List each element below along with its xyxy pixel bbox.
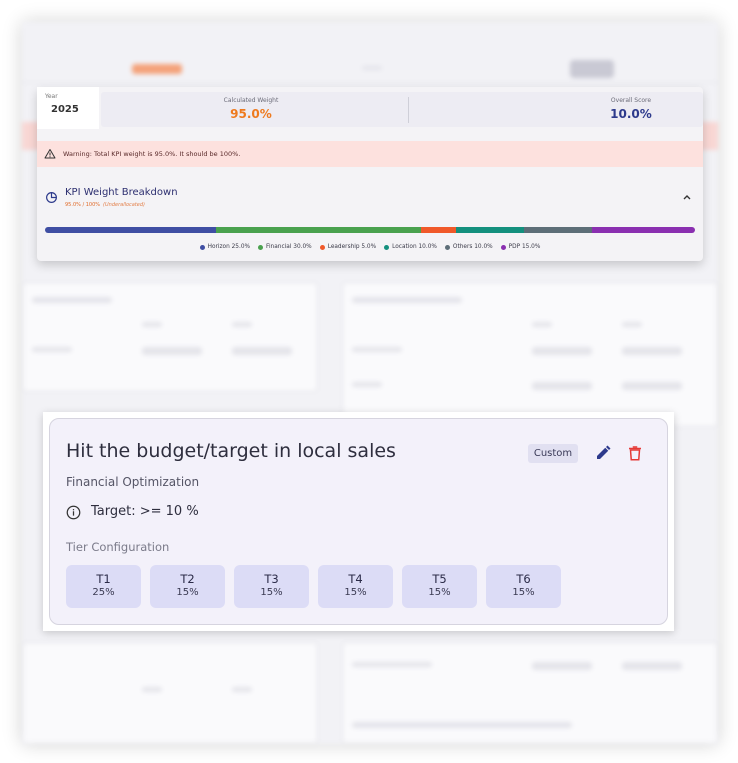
year-value: 2025 xyxy=(51,104,79,115)
weight-segment-others xyxy=(523,227,593,233)
legend-dot xyxy=(199,244,205,250)
tier-chip: T1 25% xyxy=(66,565,141,608)
legend-dot xyxy=(500,244,506,250)
legend-dot xyxy=(444,244,450,250)
weight-segment-pdp xyxy=(592,227,695,233)
breakdown-header[interactable]: KPI Weight Breakdown 95.0% / 100% (Undera… xyxy=(37,177,703,217)
legend-label: Others 10.0% xyxy=(452,244,493,250)
year-selector[interactable]: Year 2025 xyxy=(37,87,99,129)
calculated-weight-value: 95.0% xyxy=(230,107,272,121)
legend-label: Leadership 5.0% xyxy=(327,244,377,250)
legend-dot xyxy=(258,244,264,250)
kpi-category: Financial Optimization xyxy=(66,475,200,489)
overall-score-value: 10.0% xyxy=(610,107,652,121)
weight-segment-leadership xyxy=(421,227,456,233)
legend-item: Others 10.0% xyxy=(444,241,493,253)
weight-legend: Horizon 25.0% Financial 30.0% Leadership 5… xyxy=(37,241,703,253)
legend-item: Location 10.0% xyxy=(384,241,437,253)
tier-value: 15% xyxy=(260,587,283,598)
weight-warning-banner: Warning: Total KPI weight is 95.0%. It s… xyxy=(37,141,703,167)
legend-item: Horizon 25.0% xyxy=(199,241,251,253)
tier-chip: T5 15% xyxy=(402,565,477,608)
tier-name: T5 xyxy=(432,572,447,586)
tier-value: 15% xyxy=(512,587,535,598)
tier-list: T1 25% T2 15% T3 15% T4 15% T5 15% T6 15% xyxy=(66,565,561,608)
tier-chip: T4 15% xyxy=(318,565,393,608)
weight-segment-financial xyxy=(216,227,422,233)
tier-value: 15% xyxy=(344,587,367,598)
legend-item: Financial 30.0% xyxy=(258,241,312,253)
kpi-target: Target: >= 10 % xyxy=(91,504,199,519)
tier-name: T1 xyxy=(96,572,111,586)
calculated-weight-label: Calculated Weight xyxy=(223,97,279,104)
weight-segment-horizon xyxy=(45,227,217,233)
legend-label: PDP 15.0% xyxy=(508,244,541,250)
metric-divider xyxy=(408,97,409,123)
trash-icon[interactable] xyxy=(626,444,644,462)
tier-name: T6 xyxy=(516,572,531,586)
tier-value: 25% xyxy=(92,587,115,598)
tier-name: T4 xyxy=(348,572,363,586)
legend-dot xyxy=(384,244,390,250)
warning-text: Warning: Total KPI weight is 95.0%. It s… xyxy=(63,150,241,158)
kpi-summary-panel: Year 2025 Calculated Weight 95.0% Overal… xyxy=(37,87,703,261)
tier-name: T3 xyxy=(264,572,279,586)
weight-segment-location xyxy=(455,227,524,233)
tier-chip: T2 15% xyxy=(150,565,225,608)
tier-name: T2 xyxy=(180,572,195,586)
tier-chip: T3 15% xyxy=(234,565,309,608)
pencil-icon[interactable] xyxy=(594,444,612,462)
legend-item: Leadership 5.0% xyxy=(319,241,377,253)
warning-icon xyxy=(44,149,56,159)
tier-value: 15% xyxy=(176,587,199,598)
tier-chip: T6 15% xyxy=(486,565,561,608)
pie-chart-icon xyxy=(46,192,57,203)
metrics-bar: Calculated Weight 95.0% Overall Score 10… xyxy=(101,92,703,127)
weight-bar xyxy=(45,227,695,233)
legend-label: Location 10.0% xyxy=(392,244,437,250)
custom-badge: Custom xyxy=(528,444,578,463)
kpi-card-container: Hit the budget/target in local sales Fin… xyxy=(43,412,674,631)
overall-score-label: Overall Score xyxy=(610,97,652,104)
breakdown-title: KPI Weight Breakdown xyxy=(65,187,178,198)
legend-dot xyxy=(319,244,325,250)
legend-label: Horizon 25.0% xyxy=(207,244,251,250)
tier-value: 15% xyxy=(428,587,451,598)
year-label: Year xyxy=(45,93,58,100)
legend-item: PDP 15.0% xyxy=(500,241,541,253)
kpi-card: Hit the budget/target in local sales Fin… xyxy=(49,418,668,625)
tier-configuration-label: Tier Configuration xyxy=(66,540,170,554)
chevron-up-icon[interactable] xyxy=(682,193,692,201)
breakdown-subtitle: 95.0% / 100% (Underallocated) xyxy=(65,202,146,208)
legend-label: Financial 30.0% xyxy=(266,244,312,250)
kpi-title: Hit the budget/target in local sales xyxy=(66,440,396,462)
info-icon xyxy=(66,505,81,520)
